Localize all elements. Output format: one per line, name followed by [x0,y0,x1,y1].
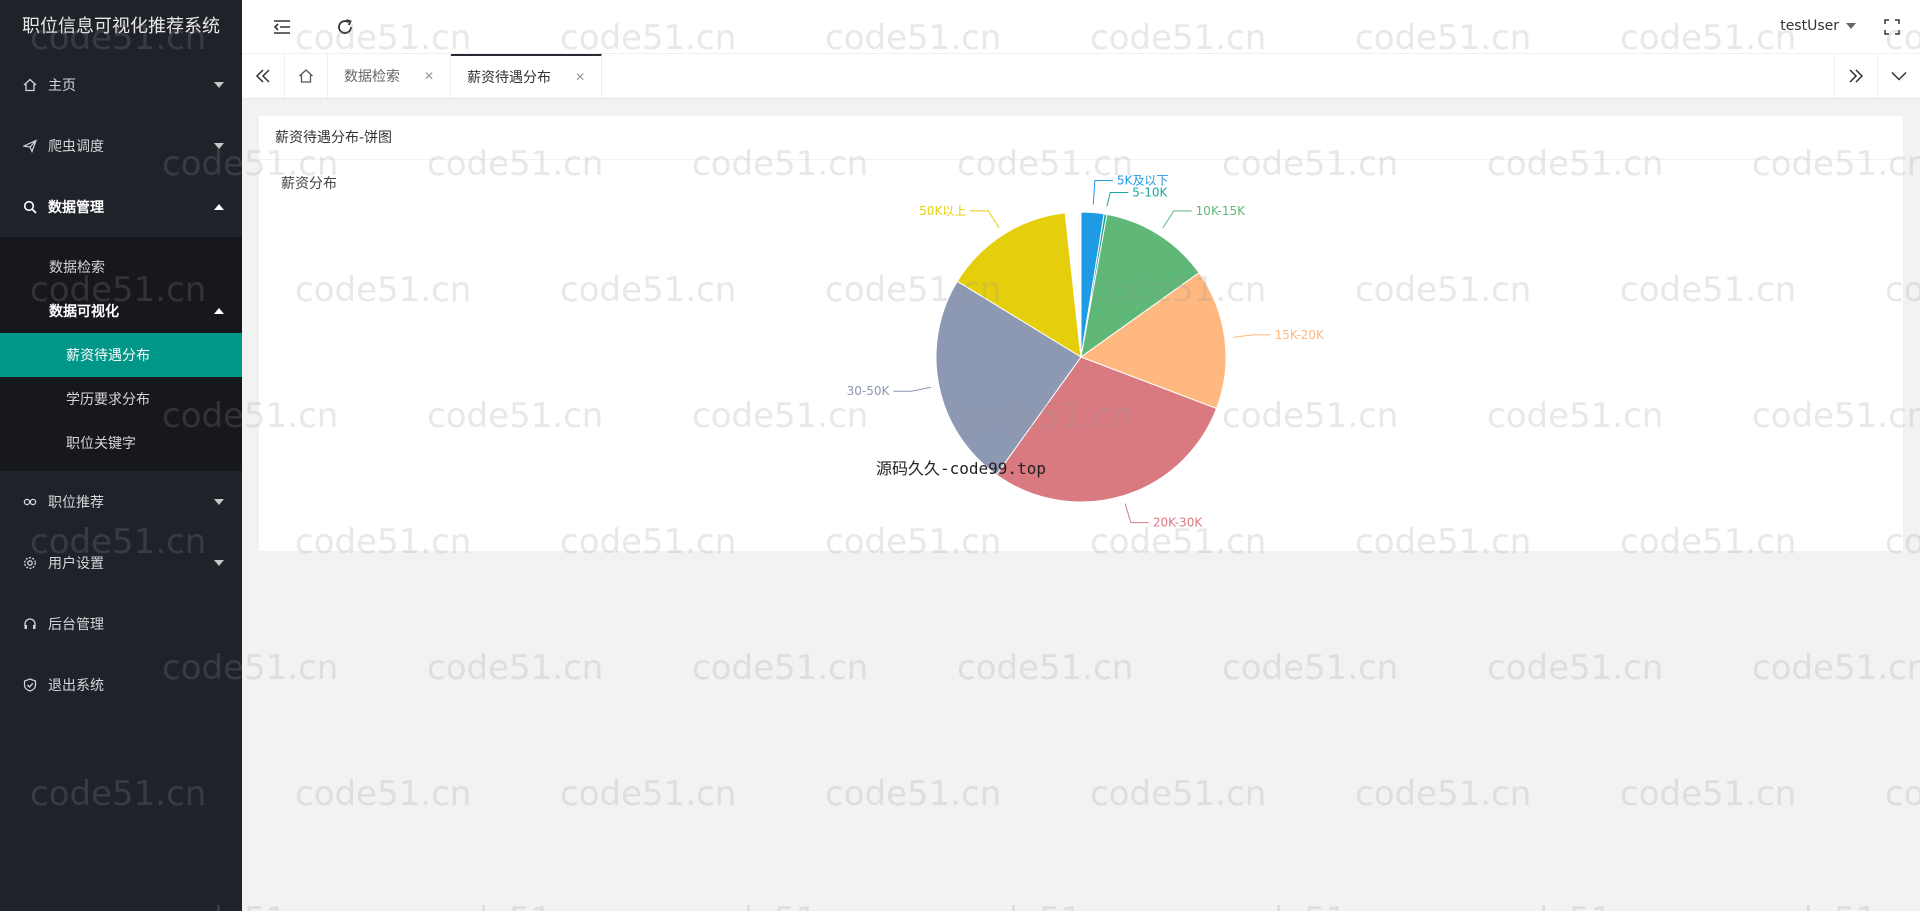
chevron-down-icon [214,142,224,149]
pie-label: 30-50K [847,384,891,398]
pie-label-line [893,386,932,392]
tab-salary-distribution[interactable]: 薪资待遇分布 ✕ [451,54,603,98]
headset-icon [22,616,38,632]
top-header: testUser [242,0,1920,54]
submenu-data-visualization: 薪资待遇分布 学历要求分布 职位关键字 [0,333,242,465]
watermark: code51.cn [957,900,1133,911]
sidebar-item-label: 后台管理 [48,616,104,633]
close-icon[interactable]: ✕ [575,70,585,84]
link-icon [22,494,38,510]
user-menu[interactable]: testUser [1780,18,1856,34]
sidebar-item-data-management[interactable]: 数据管理 [0,176,242,237]
sidebar-item-salary-distribution[interactable]: 薪资待遇分布 [0,333,242,377]
watermark: code51.cn [957,648,1134,688]
chevron-down-icon [214,559,224,566]
watermark: code51.cn [427,648,604,688]
sidebar-item-label: 退出系统 [48,677,104,694]
chevron-down-icon[interactable] [1877,54,1920,98]
close-icon[interactable]: ✕ [424,69,434,83]
sidebar-item-label: 用户设置 [48,555,104,572]
tab-label: 薪资待遇分布 [467,70,552,86]
refresh-icon[interactable] [331,13,359,41]
chart-title: 薪资分布 [281,176,337,192]
pie-label-line [1124,503,1149,524]
sidebar-item-crawler[interactable]: 爬虫调度 [0,115,242,176]
tab-data-search[interactable]: 数据检索 ✕ [328,54,452,98]
sidebar-item-job-recommendation[interactable]: 职位推荐 [0,471,242,532]
chevron-up-icon [214,308,224,314]
chart-card: 薪资待遇分布-饼图 薪资分布 5K及以下 5-10K 10K-15K 15K-20K 2… [259,116,1903,551]
scroll-left-icon[interactable] [242,54,285,98]
pie-label: 5-10K [1132,186,1168,200]
sidebar-item-data-visualization[interactable]: 数据可视化 [0,289,242,333]
watermark: code51.cn [1355,774,1532,814]
watermark: code51.cn [1487,648,1664,688]
sidebar-item-user-settings[interactable]: 用户设置 [0,532,242,593]
pie-label-line [1162,210,1192,229]
watermark: code51.cn [295,774,472,814]
watermark: code51.cn [560,774,737,814]
card-title: 薪资待遇分布-饼图 [259,116,1903,160]
sidebar-item-label: 爬虫调度 [48,138,104,155]
watermark: code51.cn [1090,774,1267,814]
watermark: code51.cn [1222,900,1398,911]
sidebar-item-label: 主页 [48,77,76,94]
sidebar-item-home[interactable]: 主页 [0,54,242,115]
sidebar-item-job-keywords[interactable]: 职位关键字 [0,421,242,465]
sidebar-item-label: 职位推荐 [48,494,104,511]
chevron-up-icon [214,203,224,210]
overlay-watermark-text: 源码久久-code99.top [876,459,1046,478]
watermark: code51.cn [1620,774,1797,814]
submenu-data-management: 数据检索 数据可视化 薪资待遇分布 学历要求分布 职位关键字 [0,237,242,471]
chart-area: 薪资分布 5K及以下 5-10K 10K-15K 15K-20K 20K-30K 30-5… [259,161,1903,551]
username: testUser [1780,18,1839,34]
chevron-down-icon [214,498,224,505]
pie-label: 20K-30K [1153,516,1203,530]
chevron-down-icon [214,81,224,88]
search-icon [22,199,38,215]
scroll-right-icon[interactable] [1834,54,1877,98]
home-tab-icon[interactable] [285,54,328,98]
pie-label: 10K-15K [1196,204,1246,218]
watermark: code51.cn [427,900,603,911]
send-icon [22,138,38,154]
watermark: code51.cn [1487,900,1663,911]
pie-label: 15K-20K [1275,328,1325,342]
watermark: code51.cn [1752,648,1920,688]
sidebar-item-logout[interactable]: 退出系统 [0,654,242,715]
sidebar-item-data-search[interactable]: 数据检索 [0,245,242,289]
tab-label: 数据检索 [344,69,400,85]
caret-down-icon [1846,23,1856,29]
watermark: code51.cn [825,774,1002,814]
shield-check-icon [22,677,38,693]
pie-label-line [970,210,1000,229]
pie-chart: 5K及以下5-10K10K-15K15K-20K20K-30K30-50K50K… [847,174,1325,530]
watermark: code51.cn [692,900,868,911]
pie-label-line [1106,192,1129,207]
home-icon [22,77,38,93]
watermark: code51.cn [1222,648,1399,688]
watermark: code51.cn [692,648,869,688]
sidebar-item-admin[interactable]: 后台管理 [0,593,242,654]
collapse-menu-icon[interactable] [268,13,296,41]
watermark: code51.cn [1752,900,1920,911]
sidebar-item-education-distribution[interactable]: 学历要求分布 [0,377,242,421]
sidebar: 职位信息可视化推荐系统 主页 爬虫调度 数据管理 数据检索 数据可视化 薪资待遇… [0,0,242,911]
gear-icon [22,555,38,571]
watermark: code51.cn [1885,774,1920,814]
tab-bar: 数据检索 ✕ 薪资待遇分布 ✕ [242,54,1920,99]
pie-label: 50K以上 [919,204,966,218]
sidebar-item-label: 数据可视化 [49,304,119,320]
fullscreen-icon[interactable] [1884,19,1900,35]
sidebar-item-label: 数据管理 [48,199,104,216]
pie-label-line [1232,334,1271,338]
app-title: 职位信息可视化推荐系统 [22,16,220,37]
